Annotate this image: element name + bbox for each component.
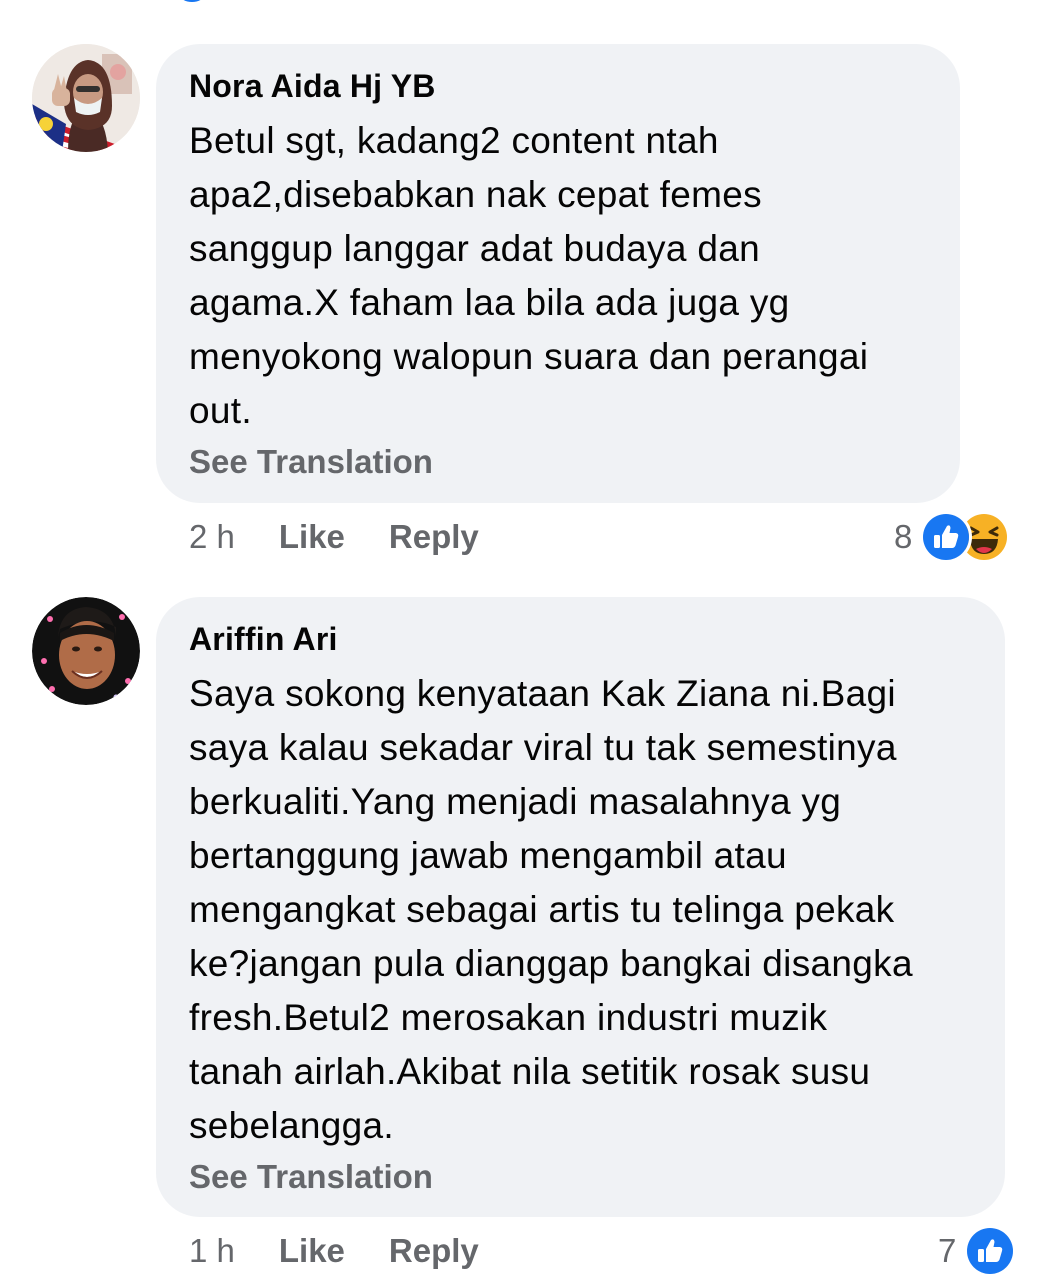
reply-button[interactable]: Reply — [389, 1232, 479, 1270]
comment-author[interactable]: Nora Aida Hj YB — [189, 66, 926, 106]
comment-bubble: Ariffin Ari Saya sokong kenyataan Kak Zi… — [156, 597, 1005, 1217]
like-button[interactable]: Like — [279, 1232, 345, 1270]
like-button[interactable]: Like — [279, 518, 345, 556]
see-translation-link[interactable]: See Translation — [189, 442, 926, 482]
see-translation-link[interactable]: See Translation — [189, 1157, 971, 1197]
reaction-count: 8 — [894, 518, 913, 555]
comment-author[interactable]: Ariffin Ari — [189, 619, 971, 659]
comment-text: Betul sgt, kadang2 content ntah apa2,dis… — [189, 120, 869, 431]
like-icon — [920, 511, 973, 563]
reaction-summary[interactable]: 7 — [938, 1225, 1017, 1277]
comment-actions: 2 h Like Reply — [189, 512, 523, 562]
reaction-summary[interactable]: 8 — [894, 511, 1011, 563]
reply-button[interactable]: Reply — [389, 518, 479, 556]
comment-text: Saya sokong kenyataan Kak Ziana ni.Bagi … — [189, 673, 913, 1146]
avatar[interactable] — [32, 44, 140, 152]
comment-timestamp[interactable]: 2 h — [189, 518, 235, 556]
comment-timestamp[interactable]: 1 h — [189, 1232, 235, 1270]
comment-actions: 1 h Like Reply — [189, 1226, 523, 1276]
avatar[interactable] — [32, 597, 140, 705]
reaction-count: 7 — [938, 1232, 957, 1269]
previous-item-indicator — [180, 0, 204, 2]
like-icon — [964, 1225, 1017, 1277]
comment-bubble: Nora Aida Hj YB Betul sgt, kadang2 conte… — [156, 44, 960, 503]
